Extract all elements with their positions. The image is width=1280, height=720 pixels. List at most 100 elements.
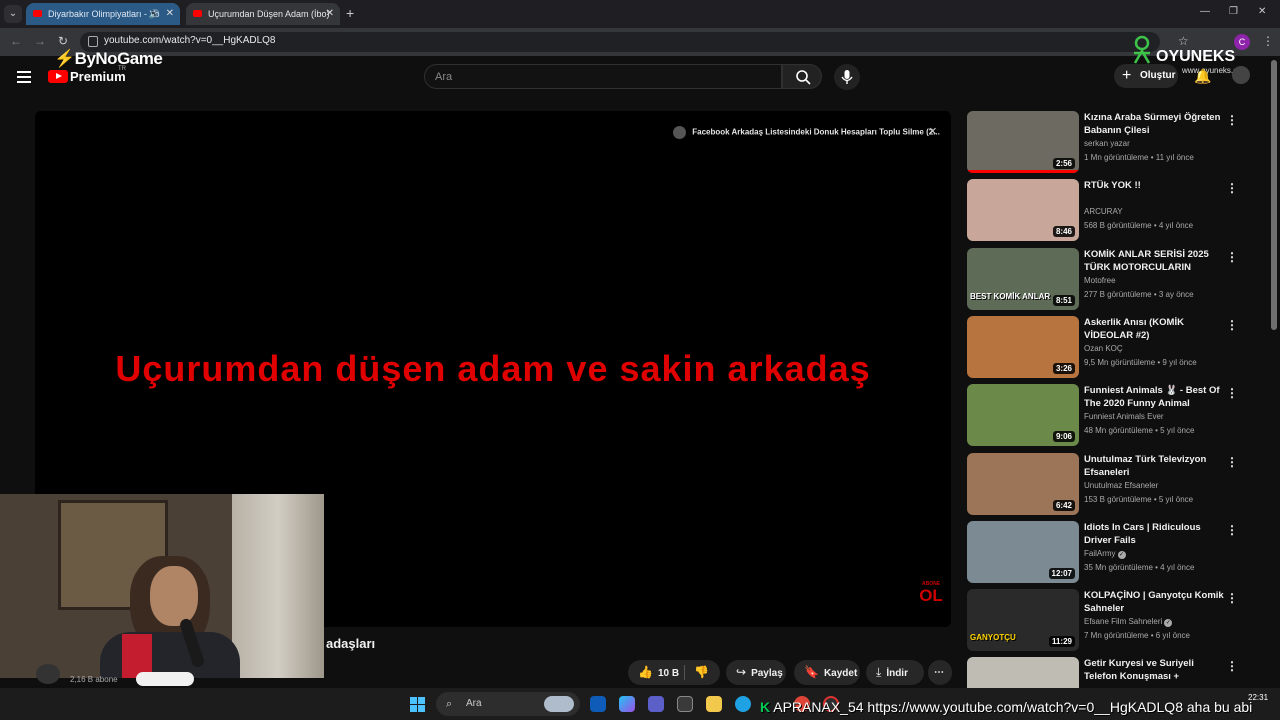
- search-icon: ⌕: [446, 698, 453, 710]
- recommendation-item[interactable]: 12:07 Idiots In Cars | Ridiculous Driver …: [966, 521, 1266, 585]
- close-tab-icon[interactable]: ✕: [326, 3, 334, 25]
- recommendation-title[interactable]: RTÜk YOK !!: [1084, 179, 1224, 192]
- recommendation-item[interactable]: 2:56 Kızına Araba Sürmeyi Öğreten Babanın…: [966, 111, 1266, 175]
- browser-menu-icon[interactable]: ⋮: [1262, 34, 1274, 48]
- file-explorer-icon[interactable]: [706, 696, 722, 712]
- video-thumbnail[interactable]: 3:26: [967, 316, 1079, 378]
- recommendation-title[interactable]: Unutulmaz Türk Televizyon Efsaneleri: [1084, 453, 1224, 479]
- recommendation-channel[interactable]: Unutulmaz Efsaneler: [1084, 481, 1158, 490]
- recommendation-title[interactable]: Kızına Araba Sürmeyi Öğreten Babanın Çil…: [1084, 111, 1224, 137]
- task-view-icon[interactable]: [590, 696, 606, 712]
- thumbs-up-icon[interactable]: 👍: [638, 660, 653, 685]
- recommendation-title[interactable]: Getir Kuryesi ve Suriyeli Telefon Konuşm…: [1084, 657, 1224, 683]
- recommendation-item[interactable]: 3:26 Askerlik Anısı (KOMİK VİDEOLAR #2) Oz…: [966, 316, 1266, 380]
- recommendation-channel[interactable]: Ozan KOÇ: [1084, 344, 1123, 353]
- voice-search-button[interactable]: [834, 64, 860, 90]
- recommendation-item[interactable]: GANYOTÇU 11:29 KOLPAÇİNO | Ganyotçu Komik …: [966, 589, 1266, 653]
- reload-icon[interactable]: ↻: [58, 34, 68, 48]
- address-bar[interactable]: youtube.com/watch?v=0__HgKADLQ8: [80, 32, 1160, 52]
- recommendation-title[interactable]: Idiots In Cars | Ridiculous Driver Fails: [1084, 521, 1224, 547]
- thumbs-down-icon[interactable]: 👎: [694, 660, 709, 685]
- account-avatar[interactable]: [1232, 66, 1250, 84]
- browser-tab-2[interactable]: Uçurumdan Düşen Adam (İbo) ✕: [186, 3, 340, 25]
- more-options-icon[interactable]: ⋮: [1226, 591, 1238, 605]
- recommendation-channel[interactable]: Funniest Animals Ever: [1084, 412, 1164, 421]
- recommendation-channel[interactable]: Efsane Film Sahneleri ✓: [1084, 617, 1173, 627]
- more-actions-button[interactable]: ⋯: [928, 660, 952, 685]
- video-thumbnail[interactable]: GANYOTÇU 11:29: [967, 589, 1079, 651]
- save-button[interactable]: 🔖 Kaydet: [794, 660, 860, 685]
- browser-toolbar: ← → ↻ youtube.com/watch?v=0__HgKADLQ8 ☆ …: [0, 28, 1280, 56]
- youtube-logo-icon[interactable]: [48, 70, 68, 83]
- bookmark-icon: 🔖: [804, 665, 819, 679]
- search-input[interactable]: Ara: [424, 64, 782, 89]
- endcard-close-icon[interactable]: ✕: [928, 125, 937, 138]
- tab-search-button[interactable]: ⌄: [4, 5, 22, 23]
- close-tab-icon[interactable]: ✕: [166, 3, 174, 25]
- recommendation-channel[interactable]: ARCURAY: [1084, 207, 1123, 216]
- video-thumbnail[interactable]: 9:06: [967, 384, 1079, 446]
- notifications-bell-icon[interactable]: 🔔: [1194, 68, 1211, 85]
- minimize-icon[interactable]: —: [1200, 6, 1210, 17]
- video-thumbnail[interactable]: 12:07: [967, 521, 1079, 583]
- verified-check-icon: ✓: [1117, 551, 1126, 559]
- forward-icon[interactable]: →: [34, 34, 46, 48]
- recommendation-title[interactable]: KOMİK ANLAR SERİSİ 2025 TÜRK MOTORCULARI…: [1084, 248, 1224, 274]
- taskbar-search[interactable]: ⌕ Ara: [436, 692, 580, 716]
- webcam-overlay: [0, 494, 324, 678]
- recommendation-item[interactable]: 9:06 Funniest Animals 🐰 - Best Of The 202…: [966, 384, 1266, 448]
- subscribe-button[interactable]: [136, 672, 194, 686]
- more-options-icon[interactable]: ⋮: [1226, 523, 1238, 537]
- page-scrollbar[interactable]: [1271, 60, 1277, 330]
- endscreen-card[interactable]: Facebook Arkadaş Listesindeki Donuk Hesa…: [673, 126, 940, 139]
- more-options-icon[interactable]: ⋮: [1226, 113, 1238, 127]
- window-close-icon[interactable]: ✕: [1258, 6, 1266, 17]
- copilot-icon[interactable]: [619, 696, 635, 712]
- more-options-icon[interactable]: ⋮: [1226, 455, 1238, 469]
- recommendation-meta: 568 B görüntüleme • 4 yıl önce: [1084, 221, 1194, 230]
- recommendation-item[interactable]: 6:42 Unutulmaz Türk Televizyon Efsaneleri…: [966, 453, 1266, 517]
- recommendation-channel[interactable]: Motofree: [1084, 276, 1116, 285]
- recommendation-channel[interactable]: serkan yazar: [1084, 139, 1130, 148]
- recommendation-title[interactable]: Askerlik Anısı (KOMİK VİDEOLAR #2): [1084, 316, 1224, 342]
- more-options-icon[interactable]: ⋮: [1226, 250, 1238, 264]
- tab-title: Diyarbakır Olimpiyatları - Yo: [48, 9, 160, 19]
- oyuneks-mascot-icon: [1133, 35, 1151, 64]
- more-options-icon[interactable]: ⋮: [1226, 318, 1238, 332]
- recommendation-title[interactable]: KOLPAÇİNO | Ganyotçu Komik Sahneler: [1084, 589, 1224, 615]
- speaker-icon[interactable]: 🔊: [149, 3, 160, 25]
- search-button[interactable]: [782, 64, 822, 89]
- video-thumbnail[interactable]: 6:42: [967, 453, 1079, 515]
- youtube-favicon-icon: [193, 10, 202, 17]
- more-options-icon[interactable]: ⋮: [1226, 659, 1238, 673]
- bookmark-star-icon[interactable]: ☆: [1178, 34, 1189, 48]
- site-info-icon[interactable]: [88, 36, 98, 47]
- maximize-icon[interactable]: ❐: [1229, 6, 1238, 17]
- hamburger-menu-icon[interactable]: [17, 71, 31, 86]
- subscribe-watermark[interactable]: ABONE OL: [917, 581, 945, 604]
- back-icon[interactable]: ←: [10, 34, 22, 48]
- like-count[interactable]: 10 B: [658, 668, 679, 679]
- new-tab-button[interactable]: +: [346, 5, 354, 21]
- edge-icon[interactable]: [735, 696, 751, 712]
- channel-avatar[interactable]: [36, 664, 60, 684]
- recommendation-channel[interactable]: FailArmy ✓: [1084, 549, 1126, 559]
- windows-start-icon[interactable]: [410, 697, 425, 712]
- share-button[interactable]: ↪ Paylaş: [726, 660, 786, 685]
- video-thumbnail[interactable]: 2:56: [967, 111, 1079, 173]
- download-button[interactable]: ⤓ İndir: [866, 660, 924, 685]
- video-thumbnail[interactable]: BEST KOMİK ANLAR 8:51: [967, 248, 1079, 310]
- recommendation-title[interactable]: Funniest Animals 🐰 - Best Of The 2020 Fu…: [1084, 384, 1224, 410]
- recommendation-item[interactable]: BEST KOMİK ANLAR 8:51 KOMİK ANLAR SERİSİ 2…: [966, 248, 1266, 312]
- teams-icon[interactable]: [648, 696, 664, 712]
- browser-tab-1[interactable]: Diyarbakır Olimpiyatları - Yo 🔊 ✕: [26, 3, 180, 25]
- profile-avatar[interactable]: C: [1234, 34, 1250, 50]
- duration-badge: 8:46: [1052, 226, 1075, 237]
- more-options-icon[interactable]: ⋮: [1226, 386, 1238, 400]
- video-thumbnail[interactable]: 8:46: [967, 179, 1079, 241]
- create-button[interactable]: + Oluştur: [1114, 64, 1178, 88]
- store-icon[interactable]: [677, 696, 693, 712]
- more-options-icon[interactable]: ⋮: [1226, 181, 1238, 195]
- recommendation-item[interactable]: 8:46 RTÜk YOK !! ARCURAY 568 B görüntüleme …: [966, 179, 1266, 243]
- taskbar-clock[interactable]: 22:31: [1248, 693, 1268, 702]
